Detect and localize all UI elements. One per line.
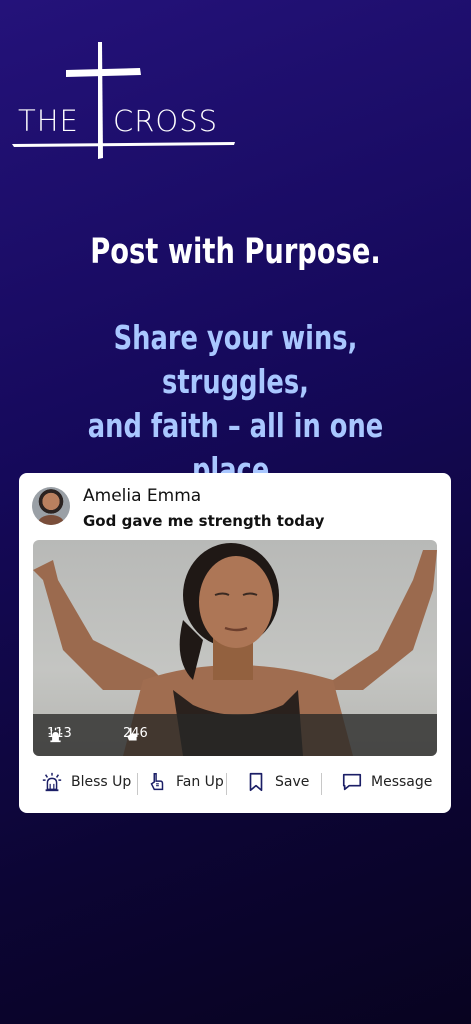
action-divider	[137, 773, 138, 795]
cross-logo-icon	[12, 42, 235, 159]
subheadline-line-1: Share your wins, struggles,	[113, 318, 358, 401]
post-card[interactable]: Amelia Emma God gave me strength today 1…	[19, 473, 451, 813]
post-actions: Bless Up Fan Up Save Message	[19, 769, 451, 799]
bless-count: 113	[47, 726, 72, 743]
action-divider	[226, 773, 227, 795]
bless-up-button[interactable]: Bless Up	[41, 771, 131, 793]
post-caption: God gave me strength today	[83, 512, 325, 530]
post-author[interactable]: Amelia Emma	[83, 486, 201, 506]
bless-up-icon	[42, 772, 62, 792]
save-label: Save	[275, 774, 310, 790]
bless-up-icon	[48, 727, 63, 743]
fan-up-icon	[127, 727, 137, 741]
app-logo: THE CROSS	[10, 38, 250, 163]
post-stats-bar: 113 246	[33, 714, 437, 756]
logo-text-the: THE	[18, 104, 79, 138]
message-button[interactable]: Message	[341, 771, 432, 793]
action-divider	[321, 773, 322, 795]
fan-up-button[interactable]: Fan Up	[146, 771, 224, 793]
bookmark-icon	[249, 772, 263, 792]
logo-text-cross: CROSS	[113, 104, 219, 138]
headline: Post with Purpose.	[90, 232, 381, 272]
subheadline: Share your wins, struggles, and faith – …	[52, 316, 419, 492]
fan-up-icon	[150, 773, 164, 791]
message-label: Message	[371, 774, 433, 790]
fan-up-label: Fan Up	[176, 774, 224, 790]
fan-count: 246	[123, 726, 148, 741]
avatar[interactable]	[32, 487, 70, 525]
save-button[interactable]: Save	[245, 771, 309, 793]
bless-up-label: Bless Up	[71, 774, 132, 790]
post-photo[interactable]: 113 246	[33, 540, 437, 756]
message-icon	[342, 773, 362, 791]
